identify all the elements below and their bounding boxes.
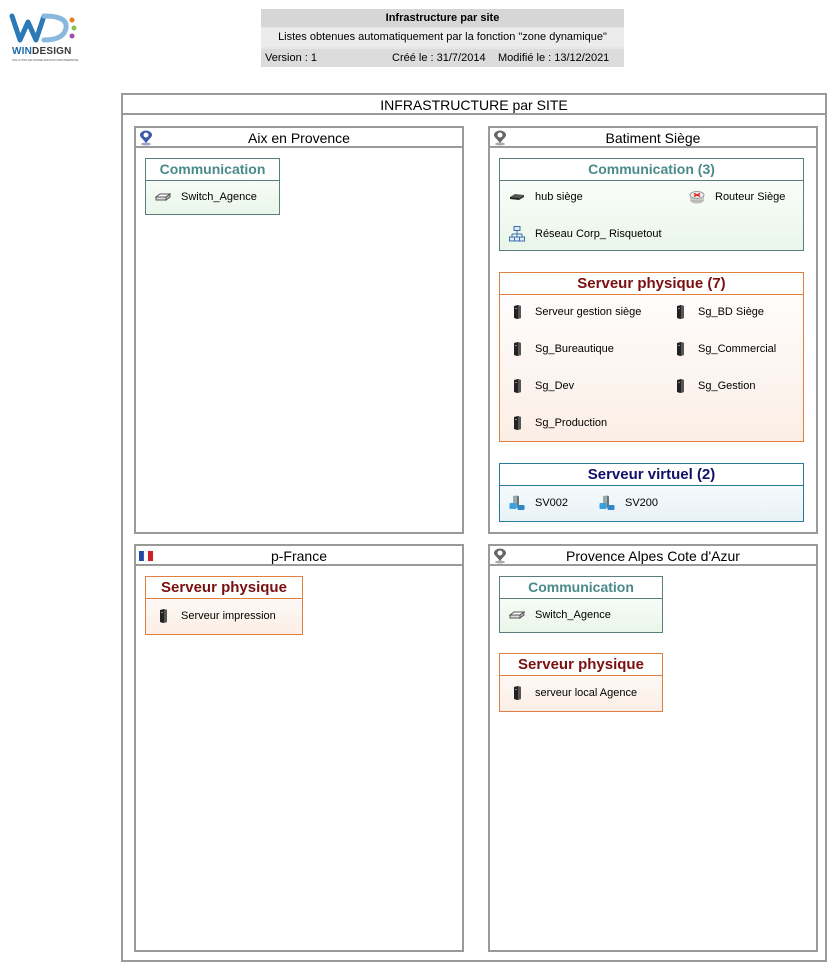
site-title: Aix en Provence — [136, 128, 462, 148]
server-icon — [514, 686, 521, 700]
document-title: Infrastructure par site — [261, 9, 624, 27]
group-title: Communication — [146, 159, 279, 181]
group-serveur-physique[interactable]: Serveur physique Serveur impression — [145, 576, 303, 635]
switch-icon — [509, 611, 525, 619]
site-aix-en-provence[interactable]: Aix en Provence Communication Switch_Age… — [134, 126, 464, 534]
france-flag-icon — [139, 550, 153, 562]
group-title: Serveur physique — [500, 654, 662, 676]
hub-icon — [510, 194, 524, 200]
group-title: Serveur physique — [146, 577, 302, 599]
group-serveur-physique[interactable]: Serveur physique (7) Serveur gestion siè… — [499, 272, 804, 442]
site-title: Provence Alpes Cote d'Azur — [490, 546, 816, 566]
wd-logo-icon — [9, 13, 77, 43]
network-icon — [509, 226, 525, 242]
server-icon — [514, 342, 521, 356]
site-provence-alpes-cote-dazur[interactable]: Provence Alpes Cote d'Azur Communication… — [488, 544, 818, 952]
server-icon — [677, 305, 684, 319]
switch-icon — [155, 193, 171, 201]
group-serveur-physique[interactable]: Serveur physique serveur local Agence — [499, 653, 663, 712]
version-field: Version : 1 — [261, 49, 392, 67]
group-communication[interactable]: Communication (3) hub siège Routeur Sièg… — [499, 158, 804, 251]
router-icon — [689, 191, 705, 204]
group-title: Serveur physique (7) — [500, 273, 803, 295]
main-title: INFRASTRUCTURE par SITE — [123, 95, 825, 115]
windesign-logo: WINDESIGN SOLUTION DE MODELISATION D'ENT… — [8, 10, 78, 62]
virtual-server-icon — [509, 495, 525, 510]
group-communication[interactable]: Communication Switch_Agence — [145, 158, 280, 215]
server-icon — [514, 416, 521, 430]
server-icon — [677, 342, 684, 356]
location-pin-icon — [494, 130, 506, 146]
group-title: Communication (3) — [500, 159, 803, 181]
site-batiment-siege[interactable]: Batiment Siège Communication (3) hub siè… — [488, 126, 818, 534]
brand-tagline: SOLUTION DE MODELISATION D'ENTREPRISE — [12, 58, 79, 62]
group-communication[interactable]: Communication Switch_Agence — [499, 576, 663, 633]
virtual-server-icon — [599, 495, 615, 510]
group-title: Communication — [500, 577, 662, 599]
modified-date-field: Modifié le : 13/12/2021 — [495, 49, 624, 67]
server-icon — [514, 379, 521, 393]
server-icon — [160, 609, 167, 623]
group-title: Serveur virtuel (2) — [500, 464, 803, 486]
document-header: Infrastructure par site Listes obtenues … — [261, 9, 624, 67]
server-icon — [677, 379, 684, 393]
group-serveur-virtuel[interactable]: Serveur virtuel (2) SV002 SV200 — [499, 463, 804, 522]
location-pin-icon — [494, 548, 506, 564]
site-title: Batiment Siège — [490, 128, 816, 148]
created-date-field: Créé le : 31/7/2014 — [389, 49, 496, 67]
infrastructure-frame: INFRASTRUCTURE par SITE Aix en Provence … — [121, 93, 827, 962]
site-p-france[interactable]: p-France Serveur physique Serveur impres… — [134, 544, 464, 952]
site-title: p-France — [136, 546, 462, 566]
server-icon — [514, 305, 521, 319]
location-pin-icon — [140, 130, 152, 146]
brand-name: WINDESIGN — [12, 46, 72, 57]
document-subtitle: Listes obtenues automatiquement par la f… — [261, 28, 624, 47]
